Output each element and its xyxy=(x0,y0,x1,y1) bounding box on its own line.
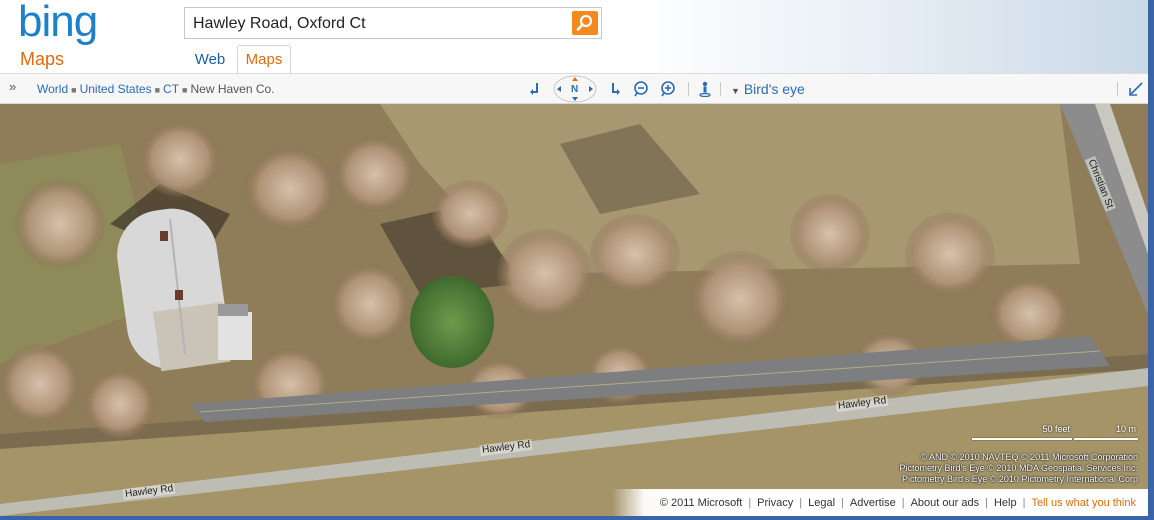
header: bing Maps Web Maps xyxy=(0,0,1154,73)
scale-bar-line xyxy=(1074,438,1138,440)
footer-link-about-ads[interactable]: About our ads xyxy=(911,497,980,509)
footer-link-legal[interactable]: Legal xyxy=(808,497,835,509)
footer-links: © 2011 Microsoft | Privacy | Legal | Advertise… xyxy=(660,497,1136,509)
footer-copyright: © 2011 Microsoft xyxy=(659,497,743,509)
map-copyright: © AND © 2010 NAVTEQ © 2011 Microsoft Cor… xyxy=(900,452,1138,485)
double-chevron-right-icon[interactable]: » xyxy=(9,79,16,94)
footer-separator: | xyxy=(901,497,905,509)
copyright-line: Pictometry Bird's Eye © 2010 Pictometry … xyxy=(902,474,1138,484)
rotate-left-icon[interactable] xyxy=(528,81,544,97)
footer-link-feedback[interactable]: Tell us what you think xyxy=(1031,497,1136,509)
footer-separator: | xyxy=(841,497,844,509)
streetside-person-icon[interactable] xyxy=(697,81,713,97)
zoom-in-icon[interactable] xyxy=(660,81,676,97)
scale-bar-line xyxy=(972,438,1072,440)
bing-logo[interactable]: bing xyxy=(18,0,98,44)
search-input[interactable] xyxy=(193,14,563,34)
toolbar-divider xyxy=(688,82,689,96)
zoom-out-icon[interactable] xyxy=(633,81,649,97)
view-mode-label: Bird's eye xyxy=(743,81,805,97)
footer-link-help[interactable]: Help xyxy=(994,497,1017,509)
breadcrumb: World ■ United States ■ CT ■ New Haven Co. xyxy=(37,82,275,96)
footer-separator: | xyxy=(985,497,988,509)
scale-bar-meters: 10 m xyxy=(1074,424,1138,442)
footer-link-advertise[interactable]: Advertise xyxy=(850,497,896,509)
tab-maps[interactable]: Maps xyxy=(237,45,291,73)
copyright-line: © AND © 2010 NAVTEQ © 2011 Microsoft Cor… xyxy=(920,452,1138,462)
map-toolbar: » World ■ United States ■ CT ■ New Haven Co. N… xyxy=(0,73,1154,104)
breadcrumb-world[interactable]: World xyxy=(37,82,68,96)
breadcrumb-separator: ■ xyxy=(71,85,77,95)
footer: © 2011 Microsoft | Privacy | Legal | Advertise… xyxy=(612,489,1148,516)
breadcrumb-united-states[interactable]: United States xyxy=(80,82,152,96)
search-button[interactable] xyxy=(572,11,598,35)
toolbar-divider xyxy=(1117,82,1118,96)
footer-link-privacy[interactable]: Privacy xyxy=(757,497,793,509)
scale-bar-feet: 50 feet xyxy=(972,424,1072,442)
window-right-border xyxy=(1148,0,1154,520)
scale-meters-label: 10 m xyxy=(1115,424,1136,434)
birds-eye-map[interactable]: Christian St Hawley Rd Hawley Rd Hawley … xyxy=(0,104,1148,516)
rotate-right-icon[interactable] xyxy=(606,81,622,97)
tab-web[interactable]: Web xyxy=(184,46,236,73)
search-box xyxy=(184,7,602,39)
breadcrumb-county: New Haven Co. xyxy=(190,82,275,96)
footer-separator: | xyxy=(1022,497,1026,509)
collapse-arrow-icon[interactable] xyxy=(1128,81,1144,97)
footer-separator: | xyxy=(799,497,803,509)
chevron-down-icon: ▼ xyxy=(731,86,740,96)
breadcrumb-separator: ■ xyxy=(154,85,161,95)
copyright-line: Pictometry Bird's Eye © 2010 MDA Geospat… xyxy=(899,463,1138,473)
search-icon xyxy=(576,14,593,31)
compass-north-label: N xyxy=(571,84,579,95)
footer-separator: | xyxy=(748,497,752,509)
breadcrumb-ct[interactable]: CT xyxy=(163,82,179,96)
scale-feet-label: 50 feet xyxy=(1042,424,1070,434)
toolbar-divider xyxy=(720,82,721,96)
view-mode-dropdown[interactable]: ▼ Bird's eye xyxy=(731,81,805,97)
breadcrumb-separator: ■ xyxy=(182,85,188,95)
window-bottom-border xyxy=(0,516,1154,520)
maps-vertical-title[interactable]: Maps xyxy=(20,49,64,70)
